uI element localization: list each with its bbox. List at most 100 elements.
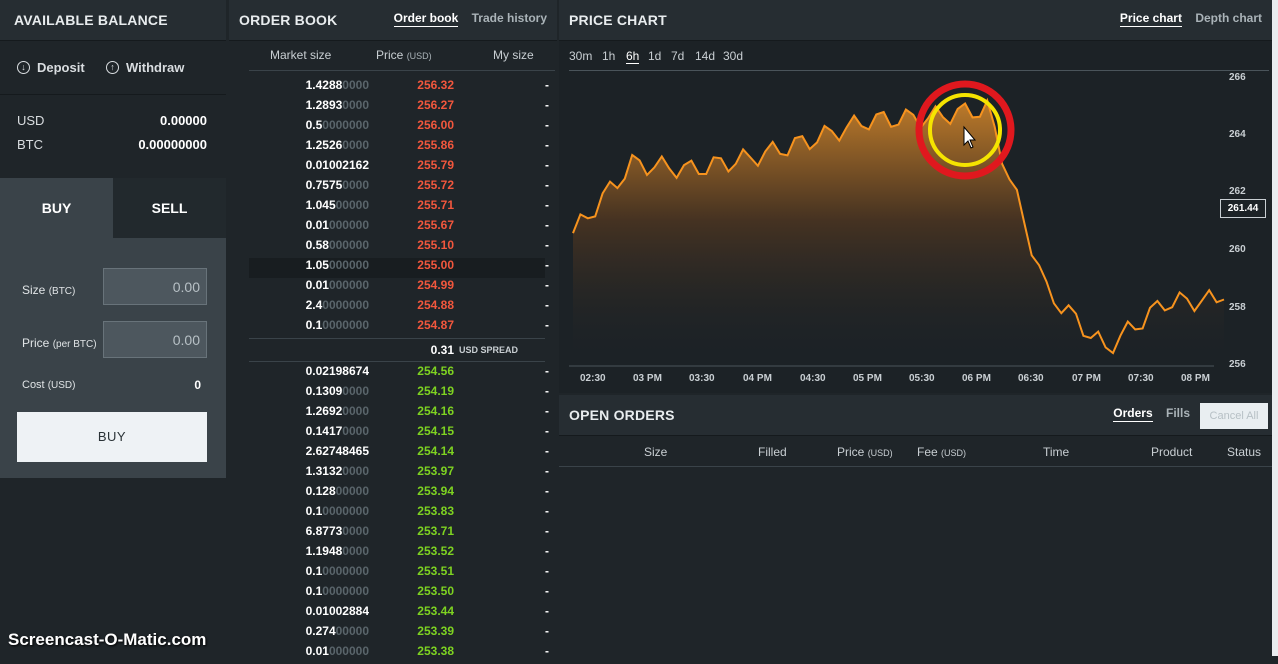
ask-row[interactable]: 0.75750000255.72- xyxy=(249,178,545,198)
x-tick-label: 05 PM xyxy=(853,373,882,384)
bid-row[interactable]: 0.01002884253.44- xyxy=(249,604,545,624)
size-padding: 0000 xyxy=(342,404,369,418)
x-tick-label: 05:30 xyxy=(909,373,935,384)
bid-row[interactable]: 0.02198674254.56- xyxy=(249,364,545,384)
col-filled[interactable]: Filled xyxy=(758,445,787,459)
cancel-all-button[interactable]: Cancel All xyxy=(1200,403,1268,429)
bid-row[interactable]: 0.14170000254.15- xyxy=(249,424,545,444)
ask-row[interactable]: 1.25260000255.86- xyxy=(249,138,545,158)
balance-row-usd: USD 0.00000 xyxy=(17,113,207,128)
bid-row[interactable]: 1.19480000253.52- xyxy=(249,544,545,564)
tab-fills[interactable]: Fills xyxy=(1166,406,1190,420)
size-digits: 0.01002884 xyxy=(306,604,369,618)
bid-row[interactable]: 0.12800000253.94- xyxy=(249,484,545,504)
my-size: - xyxy=(509,258,549,272)
tab-orders[interactable]: Orders xyxy=(1113,406,1152,422)
tab-sell[interactable]: SELL xyxy=(113,178,226,238)
x-tick-label: 04:30 xyxy=(800,373,826,384)
bid-row[interactable]: 1.31320000253.97- xyxy=(249,464,545,484)
price: 253.97 xyxy=(379,464,454,478)
col-my-size[interactable]: My size xyxy=(493,48,534,62)
col-price-unit: (USD) xyxy=(868,448,893,458)
bid-row[interactable]: 0.27400000253.39- xyxy=(249,624,545,644)
col-price-label: Price xyxy=(837,445,864,459)
col-fee[interactable]: Fee (USD) xyxy=(917,445,966,459)
price: 255.10 xyxy=(379,238,454,252)
size-label: Size (BTC) xyxy=(22,283,75,297)
my-size: - xyxy=(509,384,549,398)
ask-row[interactable]: 2.40000000254.88- xyxy=(249,298,545,318)
bid-row[interactable]: 0.01000000253.38- xyxy=(249,644,545,664)
col-market-size[interactable]: Market size xyxy=(270,48,331,62)
my-size: - xyxy=(509,604,549,618)
col-price-unit: (USD) xyxy=(407,51,432,61)
tab-order-book[interactable]: Order book xyxy=(394,11,459,27)
ask-row[interactable]: 1.04500000255.71- xyxy=(249,198,545,218)
ask-row[interactable]: 0.50000000256.00- xyxy=(249,118,545,138)
my-size: - xyxy=(509,278,549,292)
x-tick-label: 08 PM xyxy=(1181,373,1210,384)
col-status[interactable]: Status xyxy=(1227,445,1261,459)
order-book-tabs: Order book Trade history xyxy=(384,11,547,25)
bid-row[interactable]: 0.10000000253.83- xyxy=(249,504,545,524)
x-tick-label: 06:30 xyxy=(1018,373,1044,384)
market-size: 0.14170000 xyxy=(249,424,369,438)
bid-row[interactable]: 2.62748465254.14- xyxy=(249,444,545,464)
tab-buy[interactable]: BUY xyxy=(0,178,113,238)
col-time[interactable]: Time xyxy=(1043,445,1069,459)
size-digits: 0.274 xyxy=(306,624,336,638)
ask-row[interactable]: 0.01000000255.67- xyxy=(249,218,545,238)
market-size: 2.62748465 xyxy=(249,444,369,458)
ask-row[interactable]: 0.01000000254.99- xyxy=(249,278,545,298)
price-label: Price (per BTC) xyxy=(22,336,97,350)
ask-row[interactable]: 1.28930000256.27- xyxy=(249,98,545,118)
my-size: - xyxy=(509,98,549,112)
tab-trade-history[interactable]: Trade history xyxy=(472,11,547,25)
market-size: 0.50000000 xyxy=(249,118,369,132)
size-padding: 000000 xyxy=(329,238,369,252)
arrow-up-circle-icon: ↑ xyxy=(106,61,119,74)
ask-row[interactable]: 0.01002162255.79- xyxy=(249,158,545,178)
price-input[interactable]: 0.00 xyxy=(103,321,207,358)
ask-row[interactable]: 1.05000000255.00- xyxy=(249,258,545,278)
size-digits: 1.045 xyxy=(306,198,336,212)
market-size: 0.12800000 xyxy=(249,484,369,498)
market-size: 0.10000000 xyxy=(249,504,369,518)
ask-row[interactable]: 0.58000000255.10- xyxy=(249,238,545,258)
size-padding: 0000000 xyxy=(322,564,369,578)
ask-row[interactable]: 1.42880000256.32- xyxy=(249,78,545,98)
market-size: 1.28930000 xyxy=(249,98,369,112)
bid-row[interactable]: 0.13090000254.19- xyxy=(249,384,545,404)
price: 253.51 xyxy=(379,564,454,578)
col-size[interactable]: Size xyxy=(644,445,667,459)
bid-row[interactable]: 0.10000000253.50- xyxy=(249,584,545,604)
withdraw-button[interactable]: ↑ Withdraw xyxy=(106,60,184,75)
withdraw-label: Withdraw xyxy=(126,60,184,75)
bid-row[interactable]: 0.10000000253.51- xyxy=(249,564,545,584)
my-size: - xyxy=(509,178,549,192)
size-padding: 0000 xyxy=(342,424,369,438)
price: 254.16 xyxy=(379,404,454,418)
col-price[interactable]: Price (USD) xyxy=(837,445,893,459)
balance-value: 0.00000000 xyxy=(138,137,207,152)
ask-row[interactable]: 0.10000000254.87- xyxy=(249,318,545,338)
size-unit: (BTC) xyxy=(49,286,76,297)
size-digits: 2.62748465 xyxy=(306,444,369,458)
buy-button[interactable]: BUY xyxy=(17,412,207,462)
size-padding: 0000 xyxy=(342,384,369,398)
size-input[interactable]: 0.00 xyxy=(103,268,207,305)
price: 253.39 xyxy=(379,624,454,638)
col-fee-unit: (USD) xyxy=(941,448,966,458)
bid-row[interactable]: 6.87730000253.71- xyxy=(249,524,545,544)
price-chart-plot[interactable] xyxy=(559,0,1272,393)
currency-label: USD xyxy=(17,113,44,128)
bid-row[interactable]: 1.26920000254.16- xyxy=(249,404,545,424)
market-size: 0.01000000 xyxy=(249,278,369,292)
col-price[interactable]: Price (USD) xyxy=(376,48,432,62)
price-label-text: Price xyxy=(22,336,49,350)
my-size: - xyxy=(509,138,549,152)
col-product[interactable]: Product xyxy=(1151,445,1192,459)
deposit-button[interactable]: ↓ Deposit xyxy=(17,60,85,75)
balance-row-btc: BTC 0.00000000 xyxy=(17,137,207,152)
x-tick-label: 06 PM xyxy=(962,373,991,384)
